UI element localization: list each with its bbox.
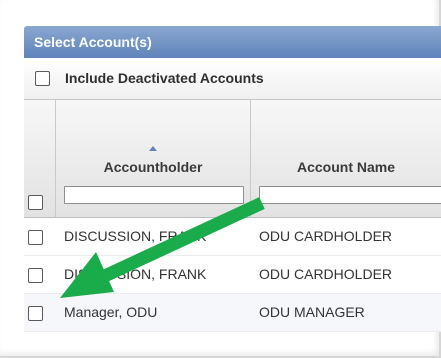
arrow-icon	[60, 197, 265, 298]
screenshot-frame: Select Account(s) Include Deactivated Ac…	[0, 0, 441, 358]
